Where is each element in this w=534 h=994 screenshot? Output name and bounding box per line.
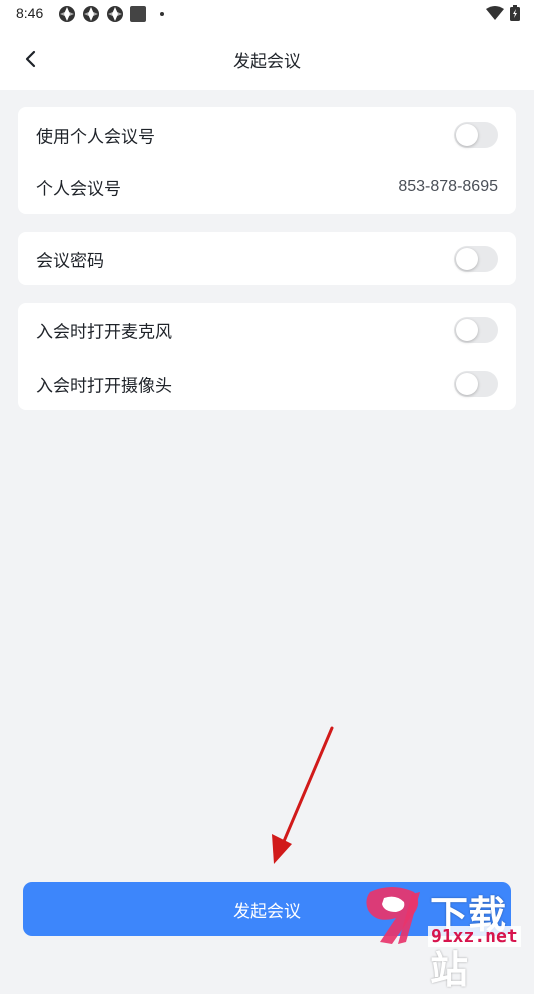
square-notification-icon (130, 6, 146, 22)
open-camera-toggle[interactable] (454, 371, 498, 397)
personal-id-label: 个人会议号 (36, 179, 121, 200)
password-card: 会议密码 (18, 232, 516, 285)
open-camera-label: 入会时打开摄像头 (36, 376, 172, 397)
open-camera-row: 入会时打开摄像头 (18, 358, 516, 410)
media-settings-card: 入会时打开麦克风 入会时打开摄像头 (18, 303, 516, 410)
meeting-password-label: 会议密码 (36, 251, 104, 272)
site-watermark: 下载站 91xz.net (362, 884, 532, 992)
use-personal-id-label: 使用个人会议号 (36, 127, 155, 148)
battery-icon (510, 5, 520, 21)
status-bar: 8:46 (0, 0, 534, 28)
annotation-arrow-icon (272, 726, 334, 864)
use-personal-id-row: 使用个人会议号 (18, 109, 516, 161)
watermark-logo-icon (366, 887, 420, 944)
toggle-knob (456, 373, 478, 395)
use-personal-id-toggle[interactable] (454, 122, 498, 148)
toggle-knob (456, 319, 478, 341)
meeting-password-toggle[interactable] (454, 246, 498, 272)
personal-meeting-card: 使用个人会议号 个人会议号 853-878-8695 (18, 107, 516, 214)
notification-icons (58, 5, 164, 23)
watermark-brand-bottom: 91xz.net (428, 926, 521, 947)
status-time: 8:46 (16, 5, 44, 21)
wifi-icon (486, 6, 504, 20)
toggle-knob (456, 124, 478, 146)
open-mic-label: 入会时打开麦克风 (36, 322, 172, 343)
app-notification-icon (107, 6, 123, 22)
personal-id-value: 853-878-8695 (398, 178, 498, 195)
system-icons (486, 5, 520, 21)
app-notification-icon (83, 6, 99, 22)
toggle-knob (456, 248, 478, 270)
page-title: 发起会议 (233, 52, 301, 72)
app-notification-icon (59, 6, 75, 22)
meeting-password-row: 会议密码 (18, 233, 516, 285)
open-mic-toggle[interactable] (454, 317, 498, 343)
more-notifications-dot (160, 12, 164, 16)
open-mic-row: 入会时打开麦克风 (18, 304, 516, 356)
nav-bar: 发起会议 (0, 28, 534, 90)
personal-id-row: 个人会议号 853-878-8695 (18, 161, 516, 213)
